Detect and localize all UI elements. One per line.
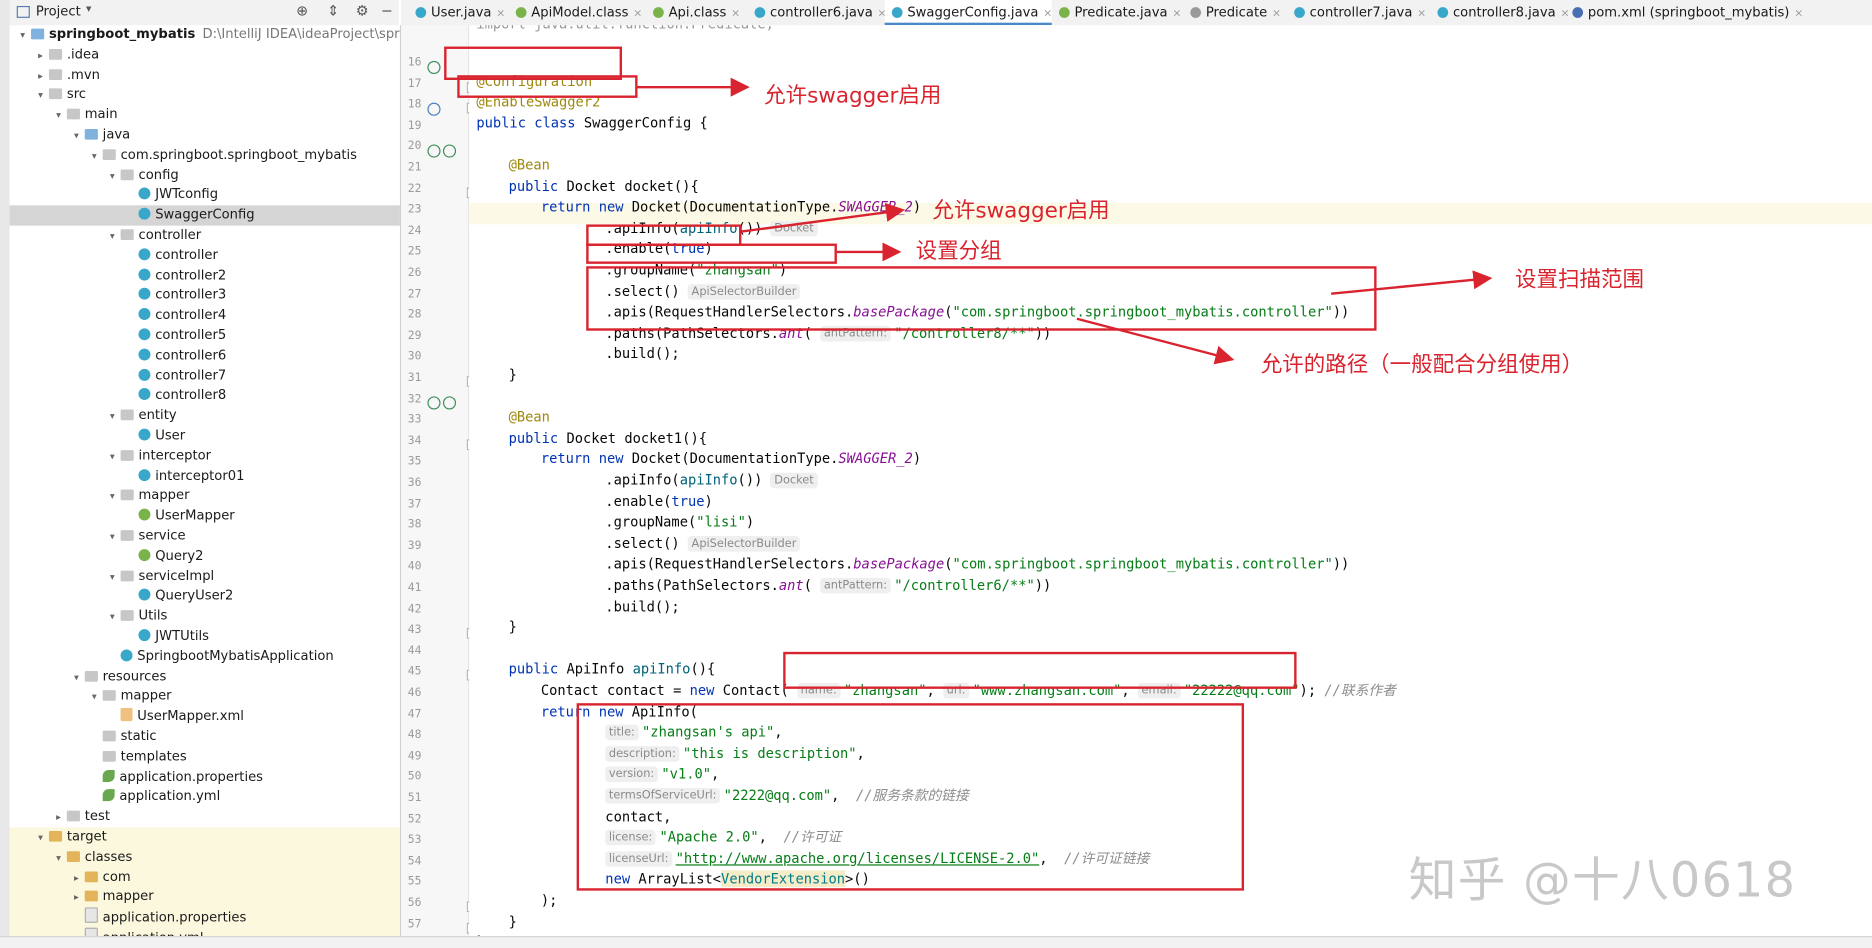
note-paths: 允许的路径（一般配合分组使用） xyxy=(1260,352,1584,378)
annotation-arrows xyxy=(637,77,1493,365)
watermark: 知乎 @十八0618 xyxy=(1408,853,1797,909)
note-enable-swagger: 允许swagger启用 xyxy=(764,83,942,109)
arrow-enable-true xyxy=(741,202,905,233)
note-scan-range: 设置扫描范围 xyxy=(1515,267,1644,293)
note-group: 设置分组 xyxy=(915,238,1002,264)
arrow-scan xyxy=(1331,270,1493,295)
note-enable-true: 允许swagger启用 xyxy=(932,198,1110,224)
status-bar xyxy=(0,936,1872,948)
arrow-paths xyxy=(1076,317,1235,365)
